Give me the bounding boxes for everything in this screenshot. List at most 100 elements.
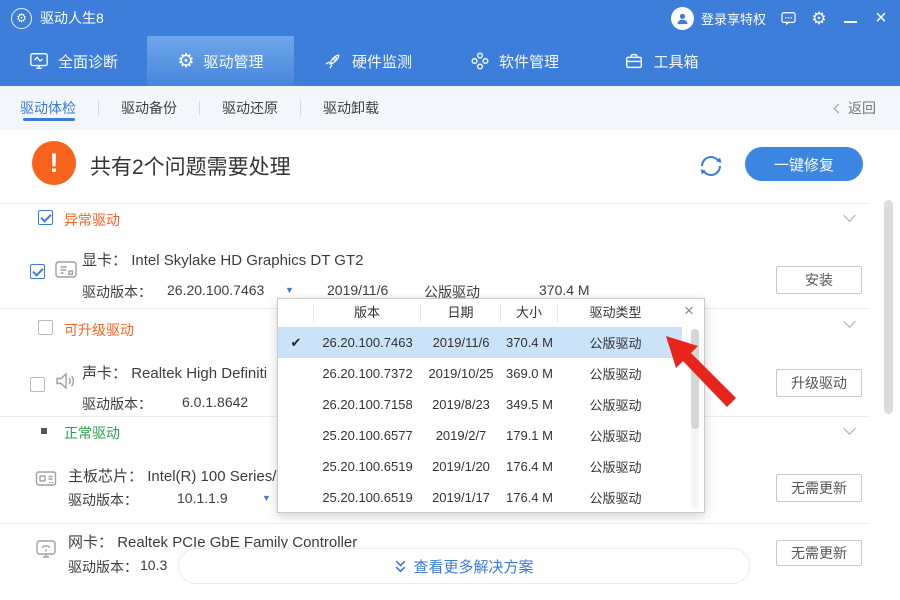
network-version-value: 10.3 bbox=[140, 557, 167, 573]
network-version-label: 驱动版本： bbox=[68, 557, 138, 577]
gpu-version-value: 26.20.100.7463 bbox=[167, 282, 264, 298]
chevron-down-icon[interactable] bbox=[845, 424, 854, 433]
nav-tab-label: 硬件监测 bbox=[352, 51, 412, 72]
section-abnormal-label: 异常驱动 bbox=[64, 210, 120, 230]
popup-col-size: 大小 bbox=[501, 304, 558, 322]
main-nav: 全面诊断 ⚙ 驱动管理 硬件监测 软件管理 工具箱 bbox=[0, 36, 900, 86]
toolbox-icon bbox=[624, 51, 644, 71]
gpu-size: 370.4 M bbox=[539, 282, 590, 298]
divider bbox=[0, 523, 870, 524]
gpu-row-checkbox[interactable] bbox=[30, 264, 45, 279]
speaker-icon bbox=[54, 370, 76, 397]
chevron-down-icon[interactable] bbox=[845, 211, 854, 220]
audio-name: Realtek High Definiti bbox=[131, 365, 267, 382]
app-window: ⚙ 驱动人生8 登录享特权 ⚙ × 全面诊断 ⚙ 驱动管理 bbox=[0, 0, 900, 600]
double-chevron-down-icon bbox=[394, 559, 407, 574]
chipset-row-title: 主板芯片： Intel(R) 100 Series/C bbox=[68, 465, 287, 486]
nav-tab-hardware-monitor[interactable]: 硬件监测 bbox=[294, 36, 441, 86]
audio-version-value: 6.0.1.8642 bbox=[182, 394, 248, 410]
popup-row[interactable]: 25.20.100.6519 2019/1/20 176.4 M 公版驱动 bbox=[278, 451, 682, 482]
gpu-row-title: 显卡： Intel Skylake HD Graphics DT GT2 bbox=[82, 249, 363, 270]
popup-row[interactable]: ✔ 26.20.100.7463 2019/11/6 370.4 M 公版驱动 bbox=[278, 327, 682, 358]
gear-glyph: ⚙ bbox=[16, 11, 27, 25]
refresh-icon[interactable] bbox=[697, 152, 725, 180]
motherboard-icon bbox=[34, 468, 58, 495]
popup-close-button[interactable]: × bbox=[680, 302, 698, 320]
nav-tab-driver-management[interactable]: ⚙ 驱动管理 bbox=[147, 36, 294, 86]
nav-tab-label: 驱动管理 bbox=[204, 51, 264, 72]
warning-icon: ! bbox=[32, 141, 76, 185]
nav-tab-software-management[interactable]: 软件管理 bbox=[441, 36, 588, 86]
popup-header: 版本 日期 大小 驱动类型 bbox=[278, 299, 704, 327]
network-category: 网卡： bbox=[68, 534, 113, 551]
rocket-icon bbox=[323, 51, 343, 71]
driver-version-popup: 版本 日期 大小 驱动类型 ✔ 26.20.100.7463 2019/11/6… bbox=[277, 298, 705, 513]
popup-row[interactable]: 25.20.100.6577 2019/2/7 179.1 M 公版驱动 bbox=[278, 420, 682, 451]
minimize-button[interactable] bbox=[841, 9, 859, 27]
audio-version-label: 驱动版本： bbox=[82, 394, 152, 414]
gear-icon: ⚙ bbox=[177, 52, 194, 71]
popup-col-date: 日期 bbox=[421, 304, 501, 322]
subtab-driver-backup[interactable]: 驱动备份 bbox=[99, 86, 199, 130]
chipset-version-label: 驱动版本： bbox=[68, 490, 138, 510]
more-solutions-button[interactable]: 查看更多解决方案 bbox=[178, 548, 750, 584]
upgrade-driver-button[interactable]: 升级驱动 bbox=[776, 369, 862, 397]
feedback-chat-icon[interactable] bbox=[779, 9, 797, 27]
cursor-arrow bbox=[660, 330, 742, 418]
close-button[interactable]: × bbox=[872, 9, 890, 27]
no-update-button[interactable]: 无需更新 bbox=[776, 474, 862, 502]
network-adapter-icon bbox=[34, 538, 58, 565]
app-title: 驱动人生8 bbox=[40, 8, 104, 28]
install-button[interactable]: 安装 bbox=[776, 266, 862, 294]
section-upgradable-label: 可升级驱动 bbox=[64, 320, 134, 340]
gpu-version-dropdown-icon[interactable]: ▼ bbox=[285, 285, 294, 295]
gpu-date: 2019/11/6 bbox=[327, 282, 388, 298]
gpu-version-label: 驱动版本： bbox=[82, 282, 152, 302]
settings-gear-icon[interactable]: ⚙ bbox=[810, 9, 828, 27]
app-logo-gear-icon: ⚙ bbox=[11, 8, 32, 29]
no-update-button[interactable]: 无需更新 bbox=[776, 540, 862, 566]
chipset-version-value: 10.1.1.9 bbox=[177, 490, 228, 506]
summary-message: 共有2个问题需要处理 bbox=[90, 151, 291, 181]
scrollbar-thumb[interactable] bbox=[884, 200, 893, 414]
close-icon: × bbox=[875, 9, 887, 27]
nav-tab-toolbox[interactable]: 工具箱 bbox=[588, 36, 735, 86]
popup-col-type: 驱动类型 bbox=[558, 304, 673, 322]
section-upgradable-checkbox[interactable] bbox=[38, 320, 53, 335]
sub-nav: 驱动体检 驱动备份 驱动还原 驱动卸载 返回 bbox=[0, 86, 900, 130]
section-normal-bullet bbox=[41, 428, 47, 434]
chipset-category: 主板芯片： bbox=[68, 468, 143, 485]
login-link[interactable]: 登录享特权 bbox=[701, 9, 766, 28]
chevron-left-icon bbox=[834, 103, 844, 113]
popup-row[interactable]: 26.20.100.7158 2019/8/23 349.5 M 公版驱动 bbox=[278, 389, 682, 420]
subtab-driver-restore[interactable]: 驱动还原 bbox=[200, 86, 300, 130]
subtab-driver-checkup[interactable]: 驱动体检 bbox=[0, 86, 98, 130]
avatar-icon[interactable] bbox=[671, 7, 694, 30]
gpu-device-icon bbox=[54, 259, 78, 286]
nav-tab-label: 工具箱 bbox=[653, 51, 698, 72]
audio-row-checkbox[interactable] bbox=[30, 377, 45, 392]
gpu-name: Intel Skylake HD Graphics DT GT2 bbox=[131, 252, 363, 269]
one-click-fix-button[interactable]: 一键修复 bbox=[745, 147, 863, 181]
chipset-name: Intel(R) 100 Series/C bbox=[147, 468, 287, 485]
popup-row[interactable]: 26.20.100.7372 2019/10/25 369.0 M 公版驱动 bbox=[278, 358, 682, 389]
title-bar: ⚙ 驱动人生8 登录享特权 ⚙ × bbox=[0, 0, 900, 36]
check-icon: ✔ bbox=[278, 335, 314, 351]
four-dots-icon bbox=[470, 51, 490, 71]
subtab-driver-uninstall[interactable]: 驱动卸载 bbox=[301, 86, 401, 130]
chipset-version-dropdown-icon[interactable]: ▼ bbox=[262, 493, 271, 503]
chevron-down-icon[interactable] bbox=[845, 317, 854, 326]
back-button[interactable]: 返回 bbox=[835, 98, 876, 118]
nav-tab-diagnosis[interactable]: 全面诊断 bbox=[0, 36, 147, 86]
popup-col-version: 版本 bbox=[314, 304, 421, 322]
nav-tab-label: 全面诊断 bbox=[58, 51, 118, 72]
audio-category: 声卡： bbox=[82, 365, 127, 382]
section-abnormal-checkbox[interactable] bbox=[38, 210, 53, 225]
nav-tab-label: 软件管理 bbox=[499, 51, 559, 72]
popup-row[interactable]: 25.20.100.6519 2019/1/17 176.4 M 公版驱动 bbox=[278, 482, 682, 513]
monitor-pulse-icon bbox=[29, 51, 49, 71]
section-normal-label: 正常驱动 bbox=[64, 423, 120, 443]
divider bbox=[0, 203, 870, 204]
audio-row-title: 声卡： Realtek High Definiti bbox=[82, 362, 267, 383]
gpu-category: 显卡： bbox=[82, 252, 127, 269]
